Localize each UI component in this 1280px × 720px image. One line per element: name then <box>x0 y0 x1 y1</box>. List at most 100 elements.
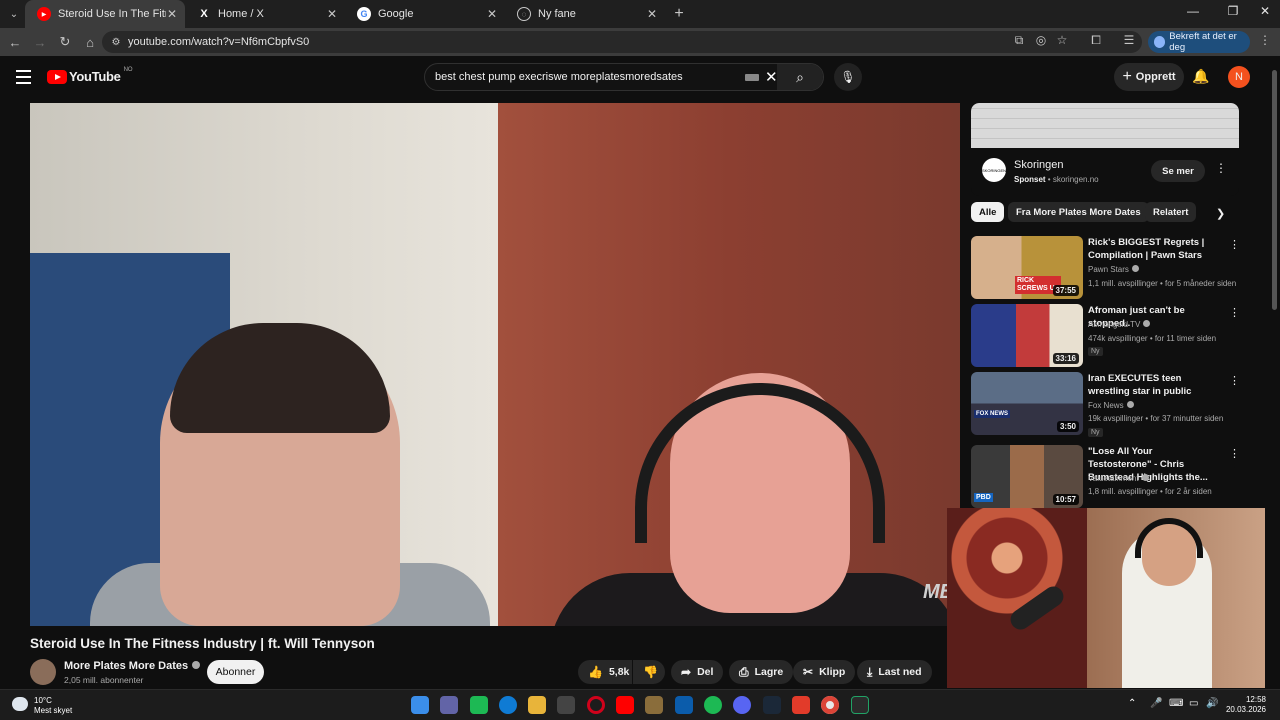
edge-icon[interactable] <box>499 696 517 714</box>
chip-all[interactable]: Alle <box>971 202 1005 222</box>
create-button[interactable]: + Opprett <box>1114 63 1184 91</box>
discord-icon[interactable] <box>733 696 751 714</box>
system-clock[interactable]: 12:58 20.03.2026 <box>1222 695 1266 715</box>
chevron-up-icon[interactable]: ⌃ <box>1128 698 1136 709</box>
home-icon[interactable]: ⌂ <box>78 30 102 54</box>
ad-name[interactable]: Skoringen <box>1014 159 1064 171</box>
notifications-icon[interactable]: 🔔 <box>1192 68 1209 85</box>
weather-widget[interactable]: 10°C Mest skyet <box>12 696 72 716</box>
share-button[interactable]: ➦ Del <box>671 660 724 684</box>
recommendation-channel[interactable]: Valuetainment <box>1088 474 1149 483</box>
close-window-button[interactable]: ✕ <box>1255 4 1275 18</box>
tab-youtube[interactable]: ▶ Steroid Use In The Fitness Indu ✕ <box>25 0 185 28</box>
chevron-right-icon[interactable]: ❯ <box>1216 207 1225 220</box>
video-player[interactable]: MB <box>30 103 960 626</box>
save-button[interactable]: ⎙ Lagre <box>729 660 794 684</box>
more-options-icon[interactable]: ⋮ <box>1215 161 1227 175</box>
microphone-icon[interactable]: 🎤 <box>1150 698 1162 709</box>
url-text[interactable]: youtube.com/watch?v=Nf6mCbpfvS0 <box>128 36 309 48</box>
recommendation-channel[interactable]: Asmongold TV <box>1088 320 1151 329</box>
extensions-icon[interactable]: ⧠ <box>1087 33 1105 48</box>
channel-avatar[interactable] <box>30 659 56 685</box>
search-button[interactable]: ⌕ <box>777 64 823 90</box>
app-icon[interactable] <box>792 696 810 714</box>
display-icon[interactable]: ▭ <box>1189 698 1198 709</box>
youtube-app-icon[interactable] <box>616 696 634 714</box>
chrome-icon[interactable] <box>821 696 839 714</box>
profile-verify-button[interactable]: Bekreft at det er deg <box>1148 31 1250 53</box>
recommendation-item[interactable]: RICK SCREWS U 37:55 Rick's BIGGEST Regre… <box>971 236 1241 300</box>
back-icon[interactable]: ← <box>3 30 27 54</box>
dislike-button[interactable]: 👎 <box>633 660 665 684</box>
sponsored-ad[interactable]: SKORINGEN Skoringen Sponset • skoringen.… <box>971 103 1239 196</box>
clear-search-icon[interactable]: ✕ <box>765 68 778 86</box>
address-bar[interactable]: ⚙ youtube.com/watch?v=Nf6mCbpfvS0 <box>102 31 1142 53</box>
page-scrollbar[interactable] <box>1271 60 1278 688</box>
subscribe-button[interactable]: Abonner <box>207 660 264 684</box>
opera-icon[interactable] <box>587 696 605 714</box>
recommendation-channel[interactable]: Fox News <box>1088 401 1134 410</box>
more-options-icon[interactable]: ⋮ <box>1229 447 1240 460</box>
recommendation-thumbnail[interactable]: FOX NEWS 3:50 <box>971 372 1083 435</box>
channel-name-link[interactable]: More Plates More Dates <box>64 660 201 672</box>
more-options-icon[interactable]: ⋮ <box>1229 374 1240 387</box>
tab-x[interactable]: X Home / X ✕ <box>185 0 345 28</box>
reload-icon[interactable]: ↻ <box>53 30 77 54</box>
app-icon[interactable] <box>851 696 869 714</box>
close-icon[interactable]: ✕ <box>647 7 657 21</box>
file-explorer-icon[interactable] <box>528 696 546 714</box>
recommendation-channel[interactable]: Pawn Stars <box>1088 265 1139 274</box>
temperature: 10°C <box>34 696 52 705</box>
tab-new[interactable]: ◌ Ny fane ✕ <box>505 0 665 28</box>
reading-list-icon[interactable]: ☰ <box>1120 33 1138 47</box>
voice-search-icon[interactable]: 🎙 <box>834 63 862 91</box>
app-icon[interactable] <box>470 696 488 714</box>
recommendation-thumbnail[interactable]: RICK SCREWS U 37:55 <box>971 236 1083 299</box>
clip-button[interactable]: ✂ Klipp <box>793 660 856 684</box>
chip-from-channel[interactable]: Fra More Plates More Dates <box>1008 202 1149 222</box>
bookmark-star-icon[interactable]: ☆ <box>1053 33 1071 47</box>
tab-google[interactable]: G Google ✕ <box>345 0 505 28</box>
browser-menu-icon[interactable]: ⋮ <box>1256 33 1274 47</box>
close-icon[interactable]: ✕ <box>327 7 337 21</box>
recommendation-item[interactable]: FOX NEWS 3:50 Iran EXECUTES teen wrestli… <box>971 372 1241 437</box>
app-icon[interactable] <box>645 696 663 714</box>
store-icon[interactable] <box>557 696 575 714</box>
maximize-button[interactable]: ❐ <box>1223 4 1243 18</box>
new-tab-button[interactable]: + <box>665 5 693 23</box>
volume-icon[interactable]: 🔊 <box>1206 698 1218 709</box>
recommendation-item[interactable]: PBD 10:57 "Lose All Your Testosterone" -… <box>971 445 1241 509</box>
eye-off-icon[interactable]: ◎ <box>1032 33 1050 47</box>
close-icon[interactable]: ✕ <box>487 7 497 21</box>
youtube-logo[interactable]: YouTube NO <box>47 67 133 84</box>
install-app-icon[interactable]: ⧉ <box>1010 33 1028 48</box>
start-icon[interactable] <box>411 696 429 714</box>
more-options-icon[interactable]: ⋮ <box>1229 306 1240 319</box>
recommendation-item[interactable]: 33:16 Afroman just can't be stopped.. As… <box>971 304 1241 368</box>
minimize-button[interactable]: — <box>1183 4 1203 18</box>
site-info-icon[interactable]: ⚙ <box>106 32 126 52</box>
search-input[interactable]: best chest pump execriswe moreplatesmore… <box>435 71 735 83</box>
chip-related[interactable]: Relatert <box>1145 202 1197 222</box>
recommendation-thumbnail[interactable]: 33:16 <box>971 304 1083 367</box>
account-avatar[interactable]: N <box>1228 66 1250 88</box>
forward-icon[interactable]: → <box>28 30 52 54</box>
teams-icon[interactable] <box>440 696 458 714</box>
recommendation-thumbnail[interactable]: PBD 10:57 <box>971 445 1083 508</box>
keyboard-icon[interactable]: ⌨ <box>1169 698 1183 709</box>
steam-icon[interactable] <box>763 696 781 714</box>
recommendation-title[interactable]: Iran EXECUTES teen wrestling star in pub… <box>1088 372 1218 398</box>
search-box[interactable]: best chest pump execriswe moreplatesmore… <box>424 63 824 91</box>
more-options-icon[interactable]: ⋮ <box>1229 238 1240 251</box>
spotify-icon[interactable] <box>704 696 722 714</box>
keyboard-icon[interactable] <box>745 74 759 81</box>
outlook-icon[interactable] <box>675 696 693 714</box>
scrollbar-thumb[interactable] <box>1272 70 1277 310</box>
close-icon[interactable]: ✕ <box>167 7 177 21</box>
recommendation-title[interactable]: Rick's BIGGEST Regrets | Compilation | P… <box>1088 236 1218 262</box>
like-button[interactable]: 👍 5,8k <box>578 660 632 684</box>
download-button[interactable]: ⤓ Last ned <box>857 660 932 684</box>
ad-see-more-button[interactable]: Se mer <box>1151 160 1205 182</box>
menu-icon[interactable] <box>16 70 31 88</box>
tab-search-button[interactable]: ⌄ <box>3 3 25 25</box>
